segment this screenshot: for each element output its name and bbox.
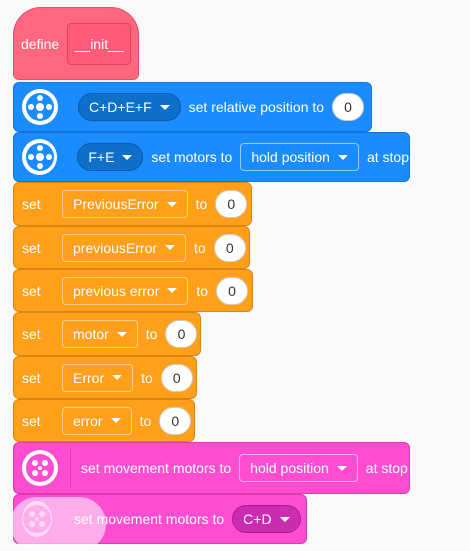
chevron-down-icon xyxy=(122,154,133,160)
to-label: to xyxy=(139,412,152,429)
variable-name: previous error xyxy=(73,282,160,299)
variable-dropdown[interactable]: PreviousError xyxy=(62,190,188,218)
stop-mode-value: hold position xyxy=(251,149,330,165)
set-label: set xyxy=(22,326,41,342)
motor-port-dropdown[interactable]: F+E xyxy=(77,143,144,171)
stop-mode-value: hold position xyxy=(250,460,329,476)
chevron-down-icon xyxy=(166,201,177,207)
motor-port-dropdown[interactable]: C+D+E+F xyxy=(78,93,181,121)
at-stop-label: at stop xyxy=(366,149,409,165)
set-label: set xyxy=(22,282,41,299)
set-label: set xyxy=(22,239,41,256)
chevron-down-icon xyxy=(116,331,127,337)
chevron-down-icon xyxy=(279,516,290,522)
position-input[interactable]: 0 xyxy=(332,93,365,121)
to-label: to xyxy=(196,282,209,299)
movement-motors-label: set movement motors to xyxy=(81,460,232,476)
chevron-down-icon xyxy=(167,288,178,293)
set-label: set xyxy=(22,412,41,429)
variable-dropdown[interactable]: motor xyxy=(62,320,138,348)
set-movement-stop-block[interactable]: set movement motors to hold position at … xyxy=(13,442,410,494)
movement-port-dropdown[interactable]: C+D xyxy=(232,505,301,533)
define-label: define xyxy=(21,35,60,52)
motor-port-value: C+D+E+F xyxy=(89,99,152,115)
drag-highlight xyxy=(10,497,106,551)
movement-icon xyxy=(22,450,58,486)
set-variable-block[interactable]: set error to 0 xyxy=(13,399,195,442)
chevron-down-icon xyxy=(112,375,123,380)
variable-name: previousError xyxy=(73,239,158,256)
movement-port-value: C+D xyxy=(243,511,272,527)
chevron-down-icon xyxy=(165,245,176,250)
set-label: set xyxy=(22,196,41,212)
variable-name: motor xyxy=(73,326,109,342)
define-block[interactable]: define __init__ xyxy=(13,7,139,80)
set-relative-position-block[interactable]: C+D+E+F set relative position to 0 xyxy=(13,82,372,132)
to-label: to xyxy=(145,326,158,342)
to-label: to xyxy=(141,369,153,386)
value-input[interactable]: 0 xyxy=(165,320,198,348)
motor-port-value: F+E xyxy=(88,149,115,165)
chevron-down-icon xyxy=(159,104,170,110)
variable-name: Error xyxy=(73,369,105,386)
variable-name: error xyxy=(73,412,103,429)
variable-dropdown[interactable]: previous error xyxy=(62,276,189,305)
to-label: to xyxy=(195,196,208,212)
variable-dropdown[interactable]: Error xyxy=(62,363,134,392)
set-variable-block[interactable]: set previous error to 0 xyxy=(13,269,253,312)
function-name[interactable]: __init__ xyxy=(67,22,132,65)
block-divider xyxy=(70,449,71,487)
set-stop-mode-block[interactable]: F+E set motors to hold position at stop xyxy=(13,132,410,182)
at-stop-label: at stop xyxy=(365,460,408,476)
value-input[interactable]: 0 xyxy=(160,363,193,392)
motor-icon xyxy=(22,89,58,125)
value-input[interactable]: 0 xyxy=(215,190,248,218)
chevron-down-icon xyxy=(110,418,121,423)
value-input[interactable]: 0 xyxy=(159,406,192,435)
chevron-down-icon xyxy=(337,154,348,160)
set-variable-block[interactable]: set Error to 0 xyxy=(13,356,197,399)
stop-mode-dropdown[interactable]: hold position xyxy=(240,143,359,171)
set-label: set xyxy=(22,369,41,386)
value-input[interactable]: 0 xyxy=(213,233,246,262)
set-variable-block[interactable]: set PreviousError to 0 xyxy=(13,182,252,226)
stop-mode-dropdown[interactable]: hold position xyxy=(239,454,358,482)
chevron-down-icon xyxy=(336,465,347,471)
set-motors-label: set motors to xyxy=(151,149,233,165)
set-variable-block[interactable]: set motor to 0 xyxy=(13,312,201,356)
motor-icon xyxy=(22,139,58,175)
variable-dropdown[interactable]: previousError xyxy=(62,233,187,262)
set-variable-block[interactable]: set previousError to 0 xyxy=(13,226,250,269)
variable-name: PreviousError xyxy=(73,196,159,212)
variable-dropdown[interactable]: error xyxy=(62,406,132,435)
value-input[interactable]: 0 xyxy=(216,276,249,305)
relative-position-label: set relative position to xyxy=(188,99,325,115)
to-label: to xyxy=(194,239,206,256)
